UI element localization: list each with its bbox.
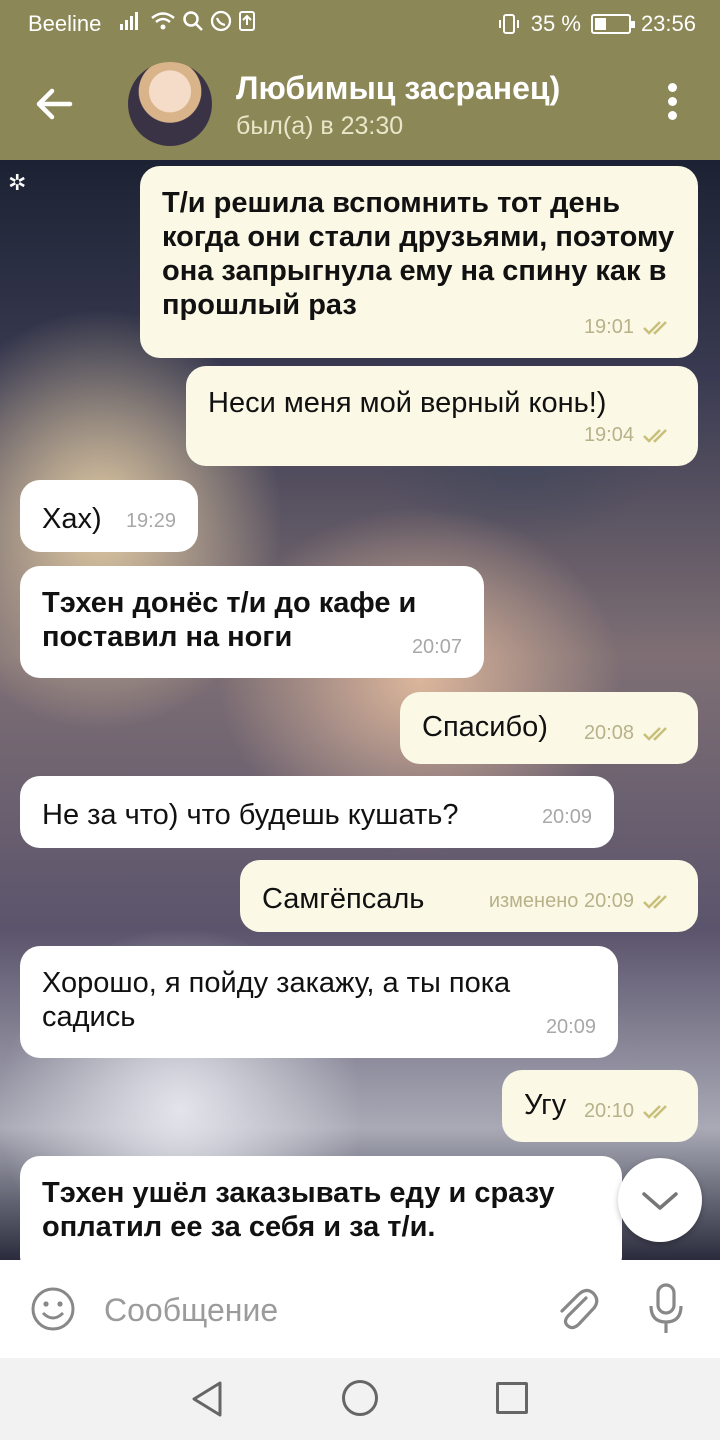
wallpaper-decoration: ✲ [8,170,27,195]
message-bubble[interactable]: Т/и решила вспомнить тот день когда они … [140,166,698,358]
system-nav-bar [0,1358,720,1440]
message-time: 20:07 [411,636,462,658]
message-bubble[interactable]: Хах) 19:29 [20,480,198,552]
more-options-icon[interactable] [652,80,692,128]
attach-icon[interactable] [552,1284,600,1334]
message-bubble[interactable]: Неси меня мой верный конь!) 19:04 [186,366,698,466]
battery-icon [590,14,635,34]
message-time: 19:29 [125,510,176,532]
status-icons [118,10,256,32]
message-input[interactable]: Сообщение [104,1292,278,1329]
search-icon [183,11,203,31]
vibrate-icon [498,14,519,34]
back-arrow-icon[interactable] [30,80,78,128]
carrier-name: Beeline [28,11,102,36]
message-time: изменено 20:09 [488,890,634,912]
clock: 23:56 [640,11,696,36]
message-meta: 20:07 [412,630,462,664]
message-meta: 20:09 [542,800,592,834]
scroll-down-button[interactable] [618,1158,702,1242]
chevron-down-icon [642,1192,678,1210]
message-text: Т/и решила вспомнить тот день когда они … [162,187,675,321]
message-text: Тэхен ушёл заказывать еду и сразу оплати… [42,1177,555,1243]
whatsapp-icon [210,10,232,32]
message-time: 19:01 [583,316,634,338]
message-time: 20:09 [545,1016,596,1038]
message-bubble[interactable]: Угу 20:10 [502,1070,698,1142]
message-text: Тэхен донёс т/и до кафе и поставил на но… [42,587,417,653]
message-meta: изменено 20:09 [489,884,676,918]
message-meta: 20:08 [584,716,676,750]
message-text: Не за что) что будешь кушать? [42,799,459,831]
upload-icon [239,11,255,31]
message-time: 19:04 [583,424,634,446]
message-time: 20:08 [583,722,634,744]
microphone-icon[interactable] [646,1282,686,1336]
message-bubble[interactable]: Тэхен донёс т/и до кафе и поставил на но… [20,566,484,678]
message-time: 20:09 [541,806,592,828]
message-meta: 19:01 [584,310,676,344]
message-meta: 20:09 [546,1010,596,1044]
message-text: Хорошо, я пойду закажу, а ты пока садись [42,967,511,1033]
read-ticks-icon [643,321,667,335]
message-text: Неси меня мой верный конь!) [208,387,607,419]
read-ticks-icon [643,1105,667,1119]
nav-home-icon[interactable] [342,1380,378,1416]
message-bubble[interactable]: Хорошо, я пойду закажу, а ты пока садись… [20,946,618,1058]
emoji-icon[interactable] [30,1286,76,1332]
read-ticks-icon [643,895,667,909]
last-seen: был(а) в 23:30 [236,112,404,140]
read-ticks-icon [643,727,667,741]
wifi-icon [151,12,175,30]
read-ticks-icon [643,429,667,443]
nav-recents-icon[interactable] [496,1382,528,1414]
nav-back-icon[interactable] [190,1380,224,1418]
message-bubble[interactable]: Спасибо) 20:08 [400,692,698,764]
chat-header: Любимыц засранец) был(а) в 23:30 [0,48,720,160]
message-bubble[interactable]: Самгёпсаль изменено 20:09 [240,860,698,932]
message-time: 20:10 [583,1100,634,1122]
message-meta: 20:10 [584,1094,676,1128]
contact-name[interactable]: Любимыц засранец) [236,70,560,107]
status-right: 35 % 23:56 [497,11,696,37]
status-bar: Beeline 35 % 23:56 [0,0,720,48]
chat-messages[interactable]: ✲ Т/и решила вспомнить тот день когда он… [0,160,720,1260]
message-meta: 19:04 [584,418,676,452]
battery-percent: 35 % [530,11,581,36]
message-bubble[interactable]: Тэхен ушёл заказывать еду и сразу оплати… [20,1156,622,1260]
message-meta: 19:29 [126,504,176,538]
contact-avatar[interactable] [128,62,212,146]
message-bubble[interactable]: Не за что) что будешь кушать? 20:09 [20,776,614,848]
message-composer: Сообщение [0,1260,720,1358]
signal-icon [120,12,138,30]
